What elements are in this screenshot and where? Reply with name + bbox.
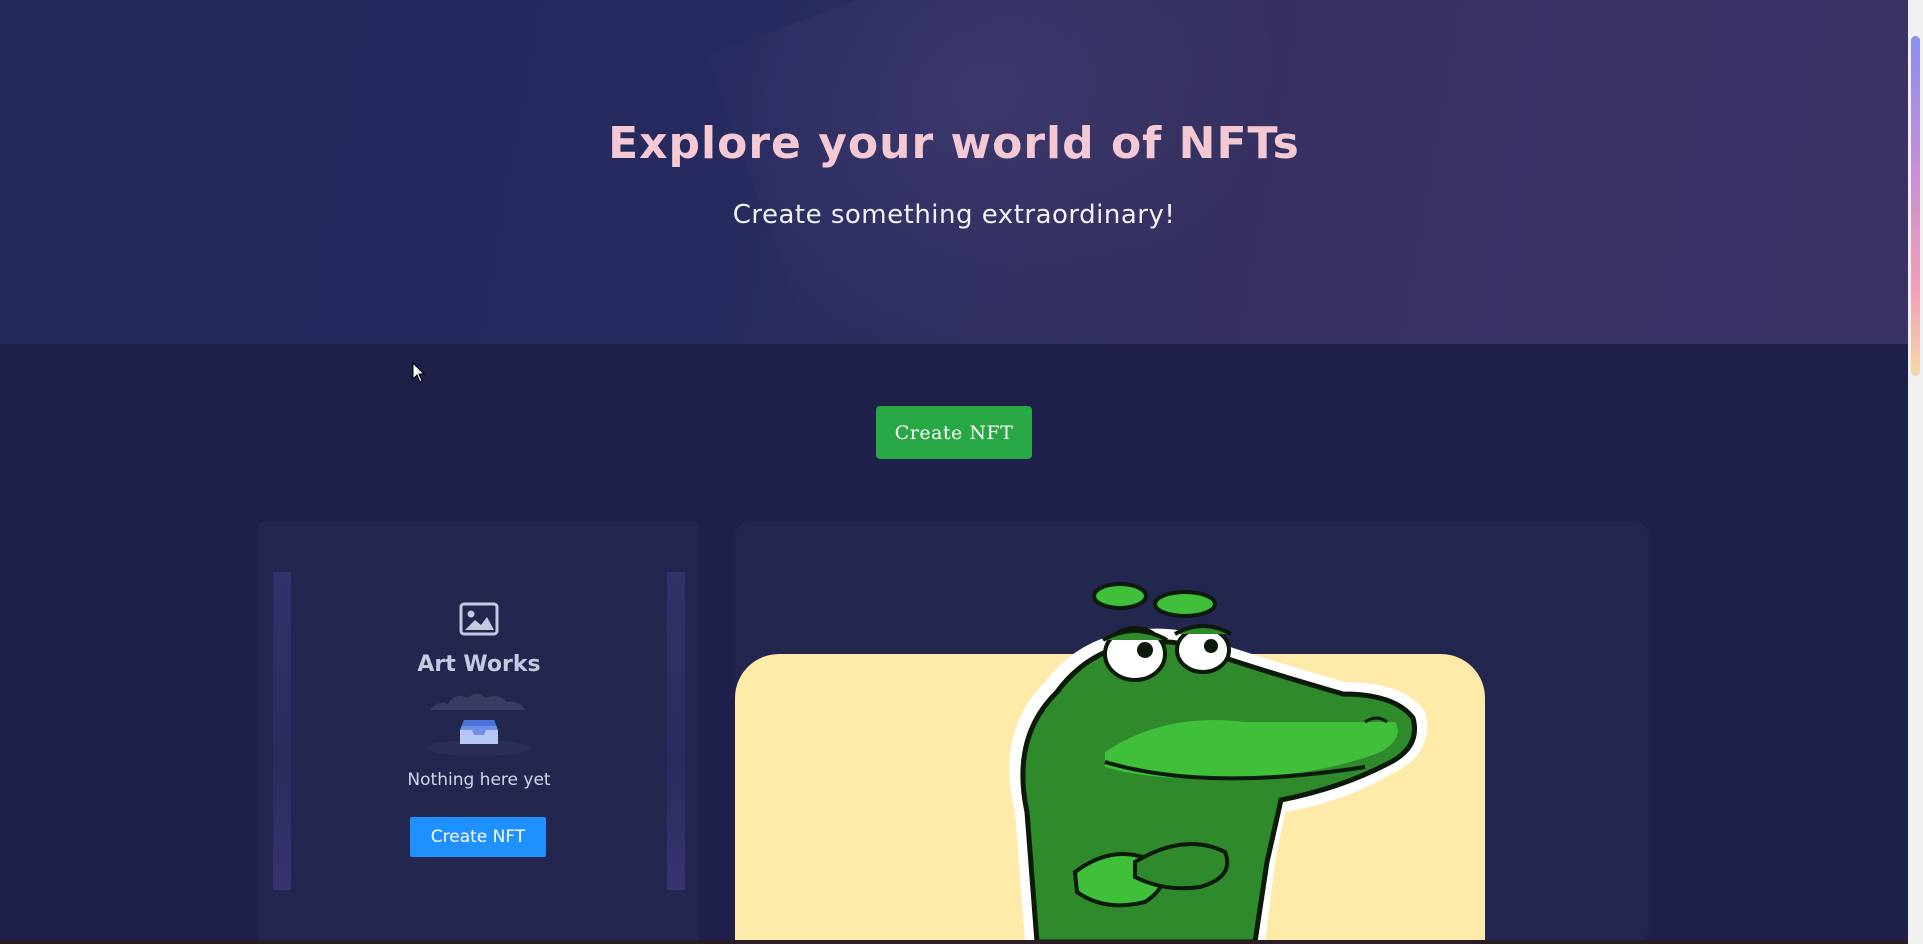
crocodile-mascot xyxy=(1009,582,1427,942)
page-scrollbar[interactable] xyxy=(1908,0,1923,944)
artworks-title: Art Works xyxy=(417,652,541,677)
empty-inbox-icon xyxy=(427,694,531,756)
empty-state: Art Works Nothing here yet Create NFT xyxy=(309,602,649,862)
create-nft-button[interactable]: Create NFT xyxy=(876,406,1032,459)
mouse-cursor-icon xyxy=(412,362,426,383)
empty-state-text: Nothing here yet xyxy=(407,770,551,790)
artworks-panel: Art Works Nothing here yet Create NFT xyxy=(259,522,699,942)
panel-right-stripe xyxy=(667,572,685,890)
image-icon xyxy=(459,602,499,636)
showcase-panel xyxy=(735,522,1649,944)
hero-subtitle: Create something extraordinary! xyxy=(732,200,1176,230)
hero-title: Explore your world of NFTs xyxy=(608,118,1300,169)
panel-left-stripe xyxy=(273,572,291,890)
bottom-edge xyxy=(0,940,1908,944)
page: Explore your world of NFTs Create someth… xyxy=(0,0,1923,944)
scrollbar-thumb[interactable] xyxy=(1911,36,1920,376)
create-nft-secondary-button[interactable]: Create NFT xyxy=(410,817,546,857)
hero-banner: Explore your world of NFTs Create someth… xyxy=(0,0,1908,344)
main-content: Create NFT Art Works Nothing here yet Cr… xyxy=(0,344,1908,944)
